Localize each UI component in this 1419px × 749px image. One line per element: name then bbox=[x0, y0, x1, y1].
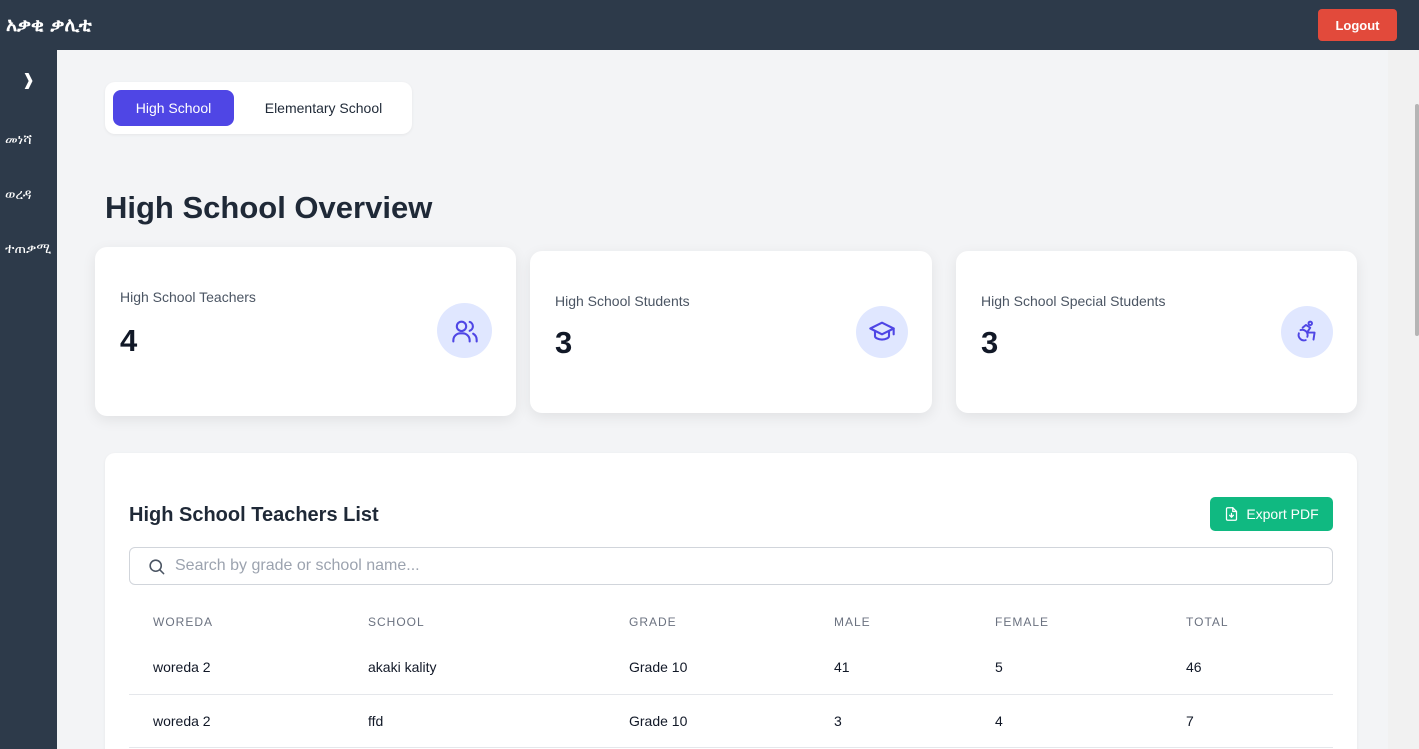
cell-woreda: woreda 2 bbox=[129, 694, 344, 748]
search-icon bbox=[149, 558, 165, 574]
users-icon bbox=[437, 303, 492, 358]
cell-grade: Grade 10 bbox=[605, 694, 810, 748]
sidebar-item-woreda[interactable]: ወረዳ bbox=[5, 187, 32, 203]
column-header-grade[interactable]: GRADE bbox=[605, 603, 810, 641]
cell-school: ffd bbox=[344, 694, 605, 748]
stat-value: 4 bbox=[120, 323, 138, 358]
column-header-woreda[interactable]: WOREDA bbox=[129, 603, 344, 641]
page-scrollbar[interactable] bbox=[1388, 50, 1419, 749]
sidebar-toggle-icon[interactable]: ❱ bbox=[0, 70, 57, 89]
teachers-table: WOREDA SCHOOL GRADE MALE FEMALE TOTAL wo… bbox=[129, 603, 1333, 748]
sidebar: ❱ መነሻ ወረዳ ተጠቃሚ bbox=[0, 50, 57, 749]
stat-label: High School Teachers bbox=[120, 289, 256, 305]
stat-card-teachers: High School Teachers 4 bbox=[95, 247, 516, 416]
cell-school: akaki kality bbox=[344, 641, 605, 695]
sidebar-item-users[interactable]: ተጠቃሚ bbox=[5, 241, 51, 257]
column-header-male[interactable]: MALE bbox=[810, 603, 971, 641]
main-content: High School Elementary School High Schoo… bbox=[57, 50, 1388, 749]
sidebar-item-home[interactable]: መነሻ bbox=[5, 132, 32, 148]
search-input[interactable] bbox=[175, 557, 1275, 575]
teachers-list-panel: High School Teachers List Export PDF WOR… bbox=[105, 453, 1357, 749]
stat-value: 3 bbox=[555, 325, 573, 360]
cell-male: 41 bbox=[810, 641, 971, 695]
cell-grade: Grade 10 bbox=[605, 641, 810, 695]
column-header-female[interactable]: FEMALE bbox=[971, 603, 1162, 641]
file-download-icon bbox=[1226, 507, 1238, 521]
search-box bbox=[129, 547, 1333, 585]
cell-total: 46 bbox=[1162, 641, 1333, 695]
cell-woreda: woreda 2 bbox=[129, 641, 344, 695]
stat-label: High School Special Students bbox=[981, 293, 1166, 309]
tab-elementary-school[interactable]: Elementary School bbox=[246, 90, 401, 126]
column-header-school[interactable]: SCHOOL bbox=[344, 603, 605, 641]
accessibility-icon bbox=[1281, 306, 1333, 358]
stat-card-students: High School Students 3 bbox=[530, 251, 932, 413]
logout-button[interactable]: Logout bbox=[1318, 9, 1397, 41]
export-pdf-button[interactable]: Export PDF bbox=[1210, 497, 1333, 531]
cell-female: 4 bbox=[971, 694, 1162, 748]
export-pdf-label: Export PDF bbox=[1246, 506, 1319, 522]
app-title: አቃቂ ቃሊቲ bbox=[6, 14, 92, 36]
table-row[interactable]: woreda 2 akaki kality Grade 10 41 5 46 bbox=[129, 641, 1333, 695]
stat-label: High School Students bbox=[555, 293, 690, 309]
page-title: High School Overview bbox=[105, 190, 433, 225]
stat-card-special-students: High School Special Students 3 bbox=[956, 251, 1357, 413]
cell-male: 3 bbox=[810, 694, 971, 748]
stat-value: 3 bbox=[981, 325, 999, 360]
scrollbar-thumb[interactable] bbox=[1415, 104, 1419, 336]
school-type-tabs: High School Elementary School bbox=[105, 82, 412, 134]
table-header-row: WOREDA SCHOOL GRADE MALE FEMALE TOTAL bbox=[129, 603, 1333, 641]
graduation-cap-icon bbox=[856, 306, 908, 358]
teachers-list-title: High School Teachers List bbox=[129, 504, 379, 526]
top-navbar: አቃቂ ቃሊቲ Logout bbox=[0, 0, 1419, 50]
column-header-total[interactable]: TOTAL bbox=[1162, 603, 1333, 641]
cell-female: 5 bbox=[971, 641, 1162, 695]
cell-total: 7 bbox=[1162, 694, 1333, 748]
table-row[interactable]: woreda 2 ffd Grade 10 3 4 7 bbox=[129, 694, 1333, 748]
tab-high-school[interactable]: High School bbox=[113, 90, 234, 126]
